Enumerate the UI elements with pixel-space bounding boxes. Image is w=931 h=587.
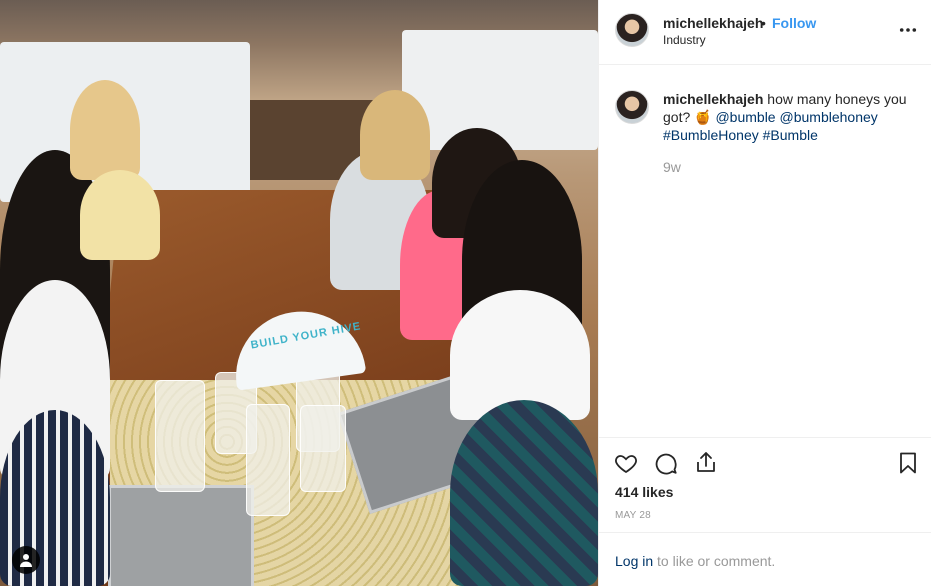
photo-person (360, 90, 430, 180)
likes-count[interactable]: 414 likes (615, 484, 673, 500)
hashtag-link[interactable]: #BumbleHoney (663, 127, 759, 143)
follow-button[interactable]: Follow (772, 15, 816, 31)
comment-icon (655, 453, 677, 475)
photo-bottle (155, 380, 205, 492)
comment-button[interactable] (653, 450, 679, 476)
hashtag-link[interactable]: #Bumble (763, 127, 818, 143)
mention-link[interactable]: @bumblehoney (780, 109, 878, 125)
honey-emoji: 🍯 (694, 109, 712, 125)
photo-person (80, 170, 160, 260)
post-header: michellekhajeh • Follow Industry (599, 0, 931, 65)
save-button[interactable] (895, 450, 921, 476)
caption-time: 9w (663, 159, 681, 175)
login-prompt-text: to like or comment. (653, 553, 776, 569)
photo-booth-right (402, 30, 598, 150)
location-link[interactable]: Industry (663, 33, 706, 47)
login-prompt: Log in to like or comment. (615, 553, 775, 569)
photo-person (450, 400, 598, 586)
tagged-users-button[interactable] (12, 546, 40, 574)
photo-bottle (246, 404, 290, 516)
separator-dot: • (761, 15, 766, 31)
heart-icon (615, 455, 637, 474)
post-date[interactable]: MAY 28 (615, 510, 651, 521)
avatar[interactable] (615, 13, 649, 47)
avatar[interactable] (615, 90, 649, 124)
photo-food-tray-left (108, 485, 254, 586)
share-button[interactable] (693, 449, 719, 475)
more-options-button[interactable] (898, 20, 918, 40)
username-link[interactable]: michellekhajeh (663, 15, 763, 31)
actions-divider (599, 437, 931, 438)
post-side-panel: michellekhajeh • Follow Industry michell… (598, 0, 931, 586)
bookmark-icon (900, 452, 916, 474)
more-icon (899, 28, 917, 32)
photo-person (70, 80, 140, 180)
post-photo[interactable]: BUILD YOUR HIVE (0, 0, 598, 586)
share-icon (697, 452, 715, 472)
caption-username[interactable]: michellekhajeh (663, 91, 763, 107)
login-bar: Log in to like or comment. (599, 532, 931, 587)
mention-link[interactable]: @bumble (715, 109, 775, 125)
user-icon (20, 554, 32, 567)
photo-glass (300, 405, 346, 492)
login-link[interactable]: Log in (615, 553, 653, 569)
like-button[interactable] (613, 450, 639, 476)
caption-text: michellekhajeh how many honeys you got? … (663, 90, 915, 144)
